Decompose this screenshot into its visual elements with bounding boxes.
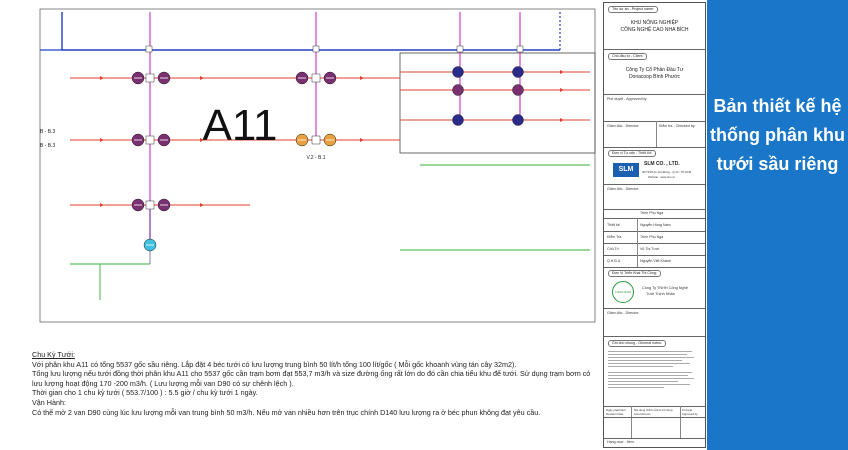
valve-icon — [512, 114, 524, 126]
role-title: Thiết kế — [607, 223, 620, 227]
company-address: 367/3/15 An phú Đông - Q.12 - TP.HCM — [642, 170, 692, 174]
company-website: Website : www.slm.vn — [648, 175, 676, 179]
valve-icon — [452, 84, 464, 96]
valve-icon — [512, 84, 524, 96]
director-label: Giám đốc - Director: — [607, 187, 640, 191]
main-pipe-d140 — [61, 12, 560, 51]
drawing-frame — [39, 8, 596, 323]
role-name: Vũ Thị Tươi — [640, 247, 660, 251]
slm-logo-icon: SLM — [613, 163, 639, 177]
general-notes-lines — [608, 349, 701, 390]
drip-lines — [70, 164, 590, 300]
role-title: Q.H.Đ.A — [607, 259, 621, 263]
client-name: Công Ty Cổ Phần Đầu Tư — [625, 67, 684, 73]
banner: Bản thiết kế hệ thống phân khu tưới sầu … — [707, 0, 848, 450]
role-title: Chủ Trì — [607, 247, 619, 251]
thinh-nhan-logo-icon: THINH NHAN — [612, 281, 634, 303]
role-name: Nguyễn Hồng Nam — [640, 223, 671, 227]
role-name: Trình Phú Nga — [640, 235, 664, 239]
valve-icon — [452, 114, 464, 126]
role-name: Nguyễn Viết Khánh — [640, 259, 671, 263]
notes-title: Chu Kỳ Tưới: — [32, 350, 75, 359]
notes-subtitle: Vận Hành: — [32, 397, 66, 407]
valve-group — [131, 66, 524, 252]
contractor-label: Đơn Vị Triển Khai Thi Công: — [608, 270, 661, 277]
project-name: CÔNG NGHỆ CAO NHA BÍCH — [620, 27, 689, 33]
valve-label: V.2 - B.1 — [307, 155, 326, 161]
drawing-area: A11 V.2 - B.1 B - B.3 B - B.3 Chu Kỳ Tướ… — [0, 0, 600, 450]
notes-paragraph: Với phân khu A11 có tổng 5537 gốc sầu ri… — [32, 359, 517, 369]
left-label: B - B.3 — [40, 143, 56, 149]
role-name: Trình Phú Nga — [640, 211, 664, 215]
contractor-name: Tưới Thịnh Nhân — [646, 292, 675, 296]
notes-paragraph: Thời gian cho 1 chu kỳ tưới ( 553.7/100 … — [32, 388, 258, 398]
general-notes-label: Ghi chú chung - General notes: — [608, 340, 666, 347]
revision-col: Ngày phát hành Revision Date — [606, 408, 626, 416]
valve-icon — [512, 66, 524, 78]
amendment-col: Nội dung chỉnh sửa & nội dung Amendments — [634, 408, 673, 416]
approved-col: Kí duyệt Approved by — [682, 408, 698, 416]
zone-label: A11 — [202, 101, 277, 150]
client-label: Chủ đầu tư - Client: — [608, 53, 648, 60]
notes-paragraph: Có thể mở 2 van D90 cùng lúc lưu lượng m… — [32, 407, 541, 417]
checked-label: Kiểm tra - Checked by: — [659, 124, 696, 128]
project-label: Tên dự án - Project name: — [608, 6, 658, 13]
contractor-name: Công Ty TNHH Công Nghệ — [642, 286, 688, 290]
company-name: SLM CO. , LTD. — [644, 161, 680, 167]
notes-section: Chu Kỳ Tưới: Với phân khu A11 có tổng 55… — [32, 350, 592, 417]
notes-paragraph: Tổng lưu lượng nếu tưới đồng thời phân k… — [32, 369, 591, 388]
approved-label: Phê duyệt - Approved by: — [607, 97, 648, 101]
design-label: Đơn vị Tư vấn - Thiết Kế: — [608, 150, 657, 157]
client-name: Donacoop Bình Phước — [628, 74, 681, 80]
banner-title: Bản thiết kế hệ thống phân khu tưới sầu … — [710, 96, 845, 174]
title-block: Tên dự án - Project name: KHU NÔNG NGHIỆ… — [603, 2, 706, 448]
role-title: Kiểm Tra — [607, 235, 622, 239]
director-label: Giám đốc - Director: — [607, 124, 640, 128]
director-label: Giám đốc - Director: — [607, 311, 640, 315]
valve-icon — [452, 66, 464, 78]
item-label: Hạng mục - Item: — [607, 440, 635, 444]
project-name: KHU NÔNG NGHIỆP — [630, 20, 679, 26]
subzone-frame — [399, 52, 596, 154]
left-label: B - B.3 — [40, 129, 56, 135]
